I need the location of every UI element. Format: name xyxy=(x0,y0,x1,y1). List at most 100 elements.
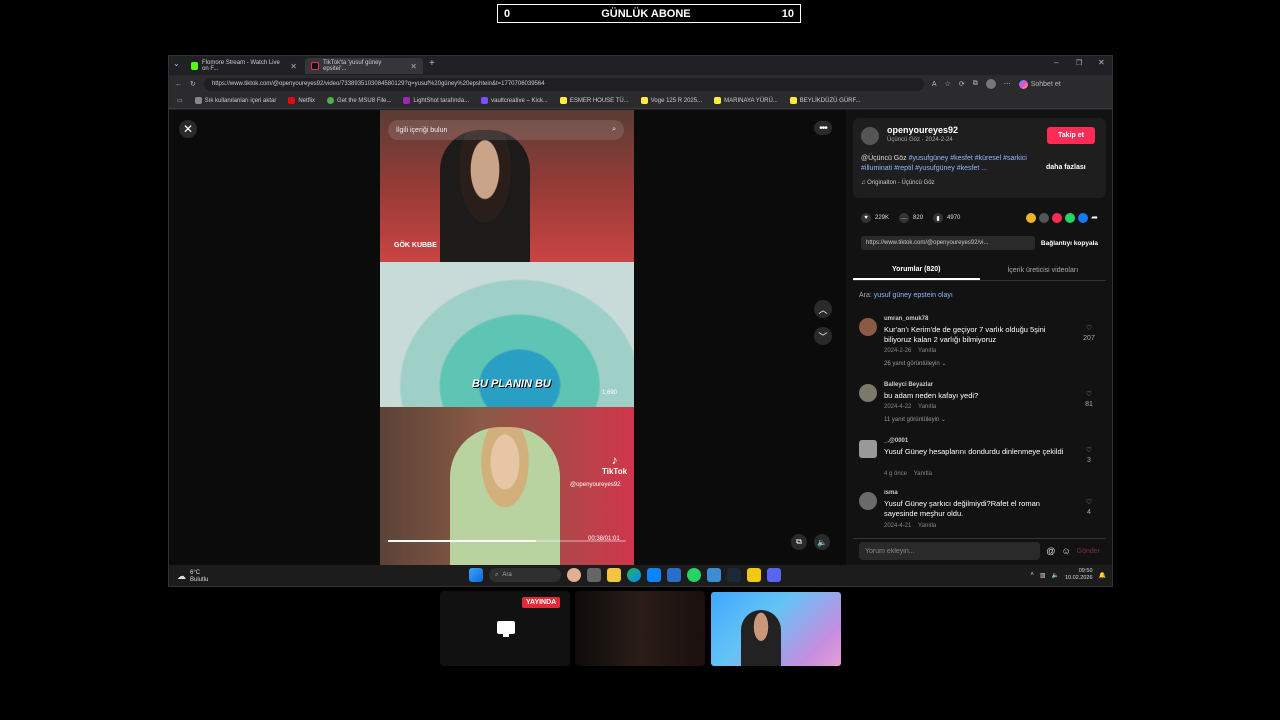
app-icon[interactable] xyxy=(707,568,721,582)
weather-widget[interactable]: ☁ 6°C Bulutlu xyxy=(177,570,208,584)
taskbar-search[interactable]: ⌕ Ara xyxy=(489,568,561,582)
discord-icon[interactable] xyxy=(767,568,781,582)
store-icon[interactable] xyxy=(647,568,661,582)
previous-video-button[interactable]: ︿ xyxy=(814,300,832,318)
comment-user[interactable]: umran_omuk78 xyxy=(884,316,928,322)
network-icon[interactable]: ▥ xyxy=(1040,572,1046,579)
bookmark-item[interactable]: MARINAYA YÜRÜ... xyxy=(714,97,778,104)
whatsapp-icon[interactable] xyxy=(687,568,701,582)
description-mention[interactable]: @Üçüncü Göz xyxy=(861,155,909,162)
reply-button[interactable]: Yanıtla xyxy=(914,471,932,477)
like-button[interactable]: ♥ 229K xyxy=(861,213,889,223)
post-comment-button[interactable]: Gönder xyxy=(1077,548,1100,555)
more-options-button[interactable]: ••• xyxy=(814,121,832,135)
profile-avatar[interactable] xyxy=(985,79,996,89)
new-tab-icon[interactable]: + xyxy=(429,58,435,69)
clock[interactable]: 09:50 10.02.2026 xyxy=(1065,568,1093,582)
app-icon[interactable] xyxy=(747,568,761,582)
close-tab-icon[interactable]: ✕ xyxy=(290,62,297,71)
close-window-icon[interactable]: ✕ xyxy=(1098,58,1105,67)
comment-like[interactable]: ♡ 3 xyxy=(1081,446,1097,466)
avatar[interactable] xyxy=(859,384,877,402)
avatar[interactable] xyxy=(859,318,877,336)
weather-temp: 6°C xyxy=(190,569,201,576)
video-player[interactable]: GÖK KUBBE 1,690 İlgili içeriği bulun ⌕ B… xyxy=(380,110,634,565)
comment-like[interactable]: ♡ 4 xyxy=(1081,498,1097,518)
close-tab-icon[interactable]: ✕ xyxy=(410,62,417,71)
read-aloud-icon[interactable]: A xyxy=(932,81,937,88)
video-link-field[interactable]: https://www.tiktok.com/@openyoureyes92/v… xyxy=(861,236,1035,250)
copy-link-button[interactable]: Bağlantıyı kopyala xyxy=(1041,240,1098,247)
edge-icon[interactable] xyxy=(627,568,641,582)
tab-flomore[interactable]: Flomore Stream - Watch Live on F... ✕ xyxy=(185,58,303,74)
reply-button[interactable]: Yanıtla xyxy=(918,404,936,410)
author-name[interactable]: openyoureyes92 xyxy=(887,125,958,135)
bookmarks-folder-icon[interactable]: ▭ xyxy=(177,97,183,104)
comment-user[interactable]: Balleyci Beyazlar xyxy=(884,382,933,388)
tab-creator-videos[interactable]: İçerik üreticisi videoları xyxy=(980,261,1107,280)
menu-dots-icon[interactable]: ⋯ xyxy=(1004,80,1011,88)
comment-user[interactable]: isma xyxy=(884,490,898,496)
send-icon[interactable] xyxy=(1052,213,1063,223)
collections-icon[interactable]: ⧉ xyxy=(973,80,978,88)
file-explorer-icon[interactable] xyxy=(607,568,621,582)
minimize-icon[interactable]: – xyxy=(1054,58,1058,67)
view-replies[interactable]: 11 yanıt görüntüleyin ⌄ xyxy=(884,416,946,423)
bookmark-item[interactable]: ESMER HOUSE TÜ... xyxy=(559,97,629,104)
back-icon[interactable]: ← xyxy=(175,81,182,88)
related-search-bar[interactable]: İlgili içeriği bulun ⌕ xyxy=(388,120,624,140)
mention-icon[interactable]: @ xyxy=(1046,546,1055,556)
copilot-label: Sohbet et xyxy=(1030,80,1061,88)
more-link[interactable]: daha fazlası xyxy=(1046,164,1086,171)
pip-button[interactable]: ⧉ xyxy=(791,534,807,550)
share-arrow-icon[interactable]: ➦ xyxy=(1091,213,1098,223)
bookmark-item[interactable]: Voge 125 R 2025... xyxy=(640,97,702,104)
close-video-button[interactable]: ✕ xyxy=(179,120,197,138)
bookmark-item[interactable]: Get the MSU8 File... xyxy=(327,97,391,104)
bookmark-item[interactable]: Netflix xyxy=(288,97,315,104)
avatar[interactable] xyxy=(859,440,877,458)
comment-like[interactable]: ♡ 207 xyxy=(1081,324,1097,344)
bookmark-item[interactable]: LightShot tarafında... xyxy=(403,97,469,104)
chevron-up-icon[interactable]: ˄ xyxy=(1030,572,1034,578)
reload-icon[interactable]: ↻ xyxy=(190,80,196,88)
follow-button[interactable]: Takip et xyxy=(1047,127,1095,144)
comment-like[interactable]: ♡ 81 xyxy=(1081,390,1097,410)
next-video-button[interactable]: ﹀ xyxy=(814,327,832,345)
facebook-icon[interactable] xyxy=(1078,213,1089,223)
copilot-button[interactable]: Sohbet et xyxy=(1018,79,1061,89)
avatar[interactable] xyxy=(859,492,877,510)
comment-button[interactable]: … 820 xyxy=(899,213,923,223)
bookmark-item[interactable]: vaultcreative – Kick... xyxy=(481,97,548,104)
url-field[interactable]: https://www.tiktok.com/@openyoureyes92/v… xyxy=(203,77,924,91)
windows-start-icon[interactable] xyxy=(469,568,483,582)
search-suggestion[interactable]: Ara: yusuf güney epstein olayı xyxy=(859,292,953,299)
comment-user[interactable]: _.@0001 xyxy=(884,438,908,444)
emoji-icon[interactable]: ☺ xyxy=(1061,546,1070,556)
refresh-icon[interactable]: ⟳ xyxy=(959,80,965,88)
tab-tiktok[interactable]: TikTok'ta 'yusuf güney epsitei'... ✕ xyxy=(305,58,423,74)
steam-icon[interactable] xyxy=(727,568,741,582)
favorite-star-icon[interactable]: ☆ xyxy=(945,80,951,88)
comment-input[interactable] xyxy=(859,542,1041,560)
widgets-icon[interactable] xyxy=(567,568,581,582)
whatsapp-icon[interactable] xyxy=(1065,213,1076,223)
save-button[interactable]: ▮ 4970 xyxy=(933,213,960,223)
author-avatar[interactable] xyxy=(861,127,879,145)
bookmark-item[interactable]: Sık kullanılanları içeri aktar xyxy=(194,97,276,104)
volume-icon[interactable]: 🔈 xyxy=(1052,572,1059,579)
mail-icon[interactable] xyxy=(667,568,681,582)
reply-button[interactable]: Yanıtla xyxy=(918,523,936,529)
view-replies[interactable]: 26 yanıt görüntüleyin ⌄ xyxy=(884,360,946,367)
reply-button[interactable]: Yanıtla xyxy=(918,348,936,354)
notification-bell-icon[interactable]: 🔔 xyxy=(1099,572,1106,579)
embed-icon[interactable] xyxy=(1039,213,1050,223)
tab-comments[interactable]: Yorumlar (820) xyxy=(853,261,980,280)
sound-label[interactable]: ♫ Originalton - Üçüncü Göz xyxy=(861,180,935,186)
bookmark-item[interactable]: BEYLİKDÜZÜ GÜRF... xyxy=(789,97,860,104)
tab-menu-icon[interactable]: ⌄ xyxy=(173,59,180,68)
coin-icon[interactable] xyxy=(1026,213,1037,223)
task-view-icon[interactable] xyxy=(587,568,601,582)
volume-button[interactable]: 🔈 xyxy=(814,534,830,550)
maximize-icon[interactable]: ❐ xyxy=(1076,59,1082,67)
